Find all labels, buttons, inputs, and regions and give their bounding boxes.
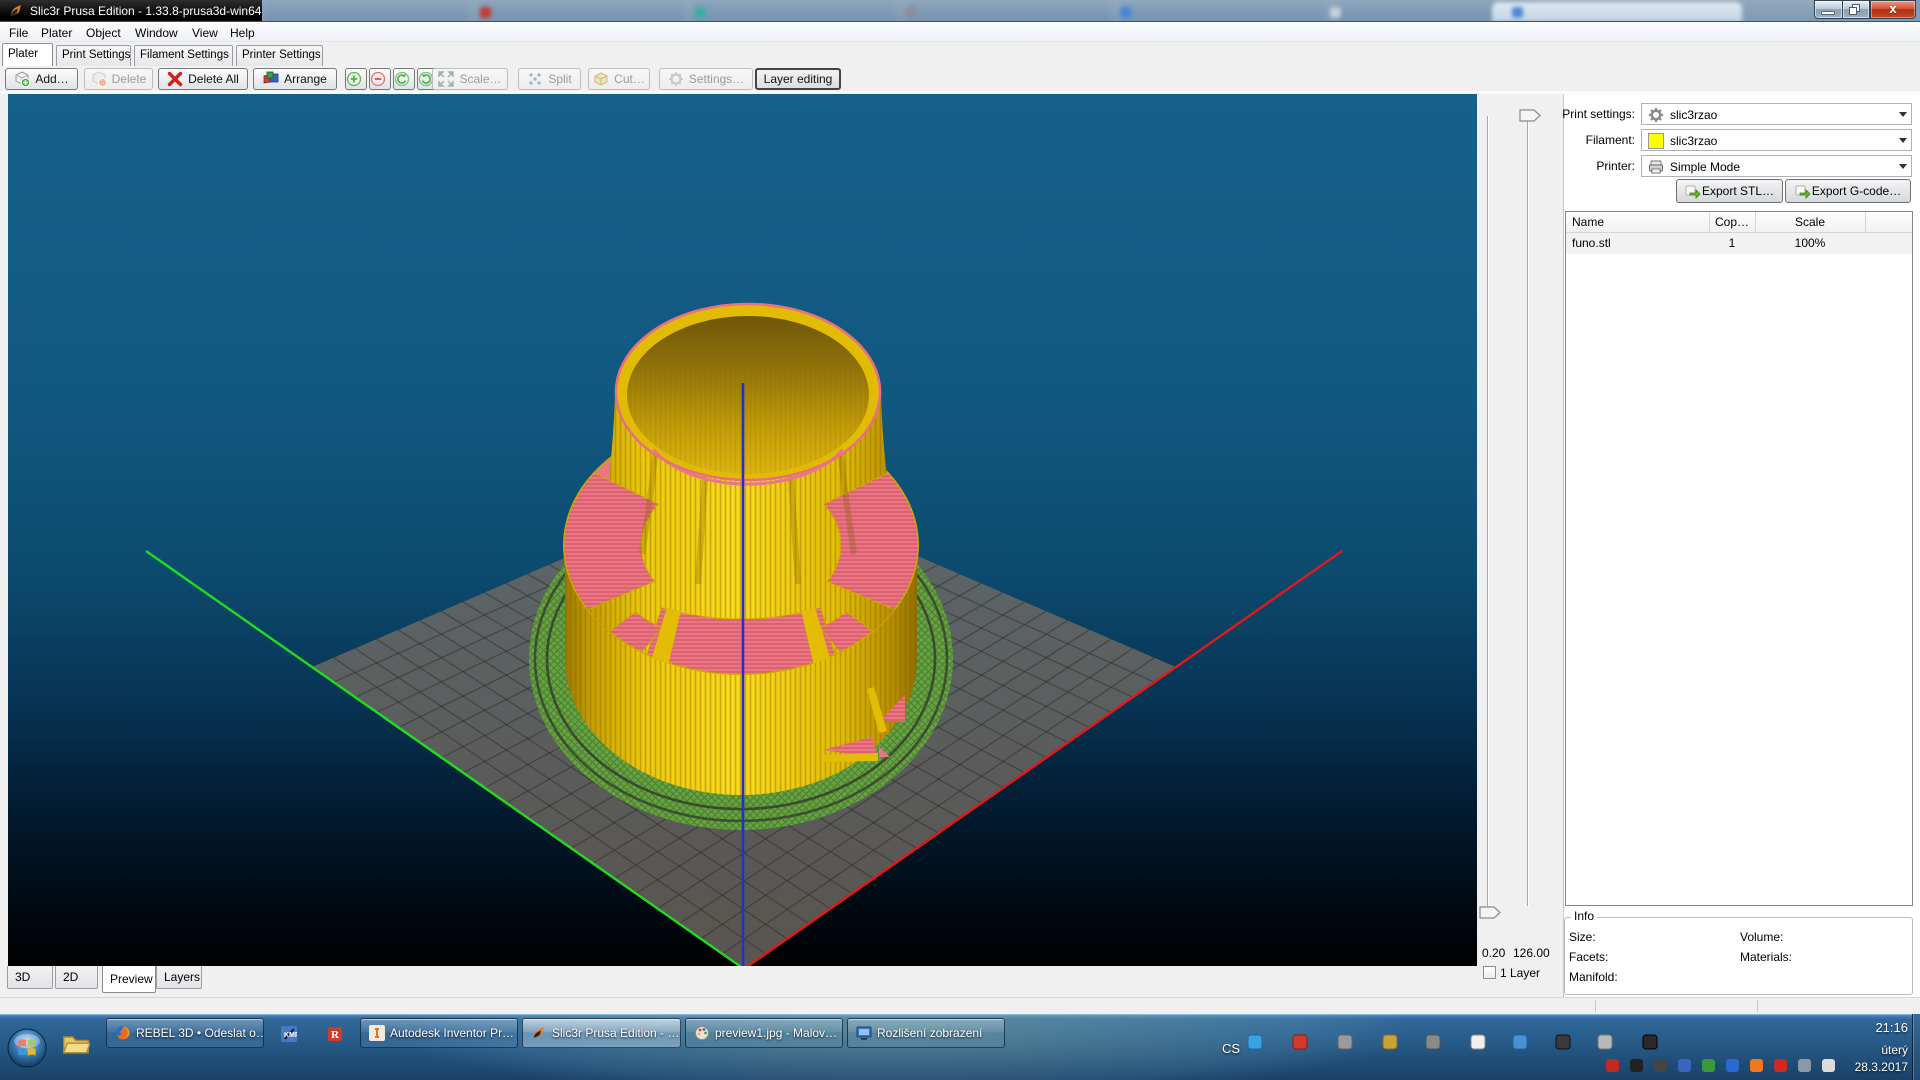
svg-text:R: R: [331, 1029, 340, 1041]
svg-text:KMP: KMP: [284, 1032, 297, 1039]
